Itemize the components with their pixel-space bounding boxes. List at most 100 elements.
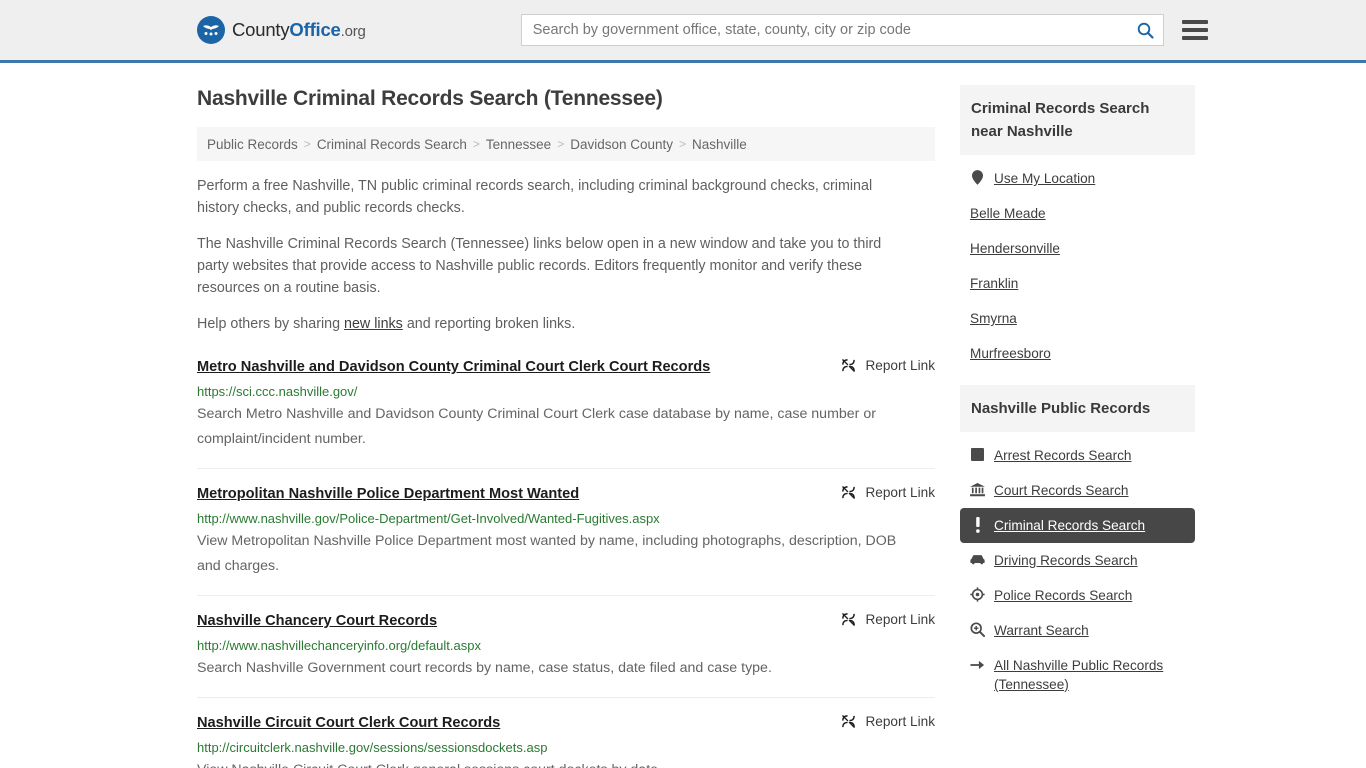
sidebar-item-hendersonville[interactable]: Hendersonville — [960, 231, 1195, 266]
sidebar-item-label: Murfreesboro — [970, 346, 1051, 361]
result-url: https://sci.ccc.nashville.gov/ — [197, 384, 358, 399]
sidebar-item-franklin[interactable]: Franklin — [960, 266, 1195, 301]
sidebar-item-driving-records-search[interactable]: Driving Records Search — [960, 543, 1195, 578]
sidebar-item-label: Police Records Search — [994, 588, 1133, 603]
result-description: Search Metro Nashville and Davidson Coun… — [197, 406, 876, 447]
hamburger-bar — [1181, 20, 1208, 24]
nearby-heading: Criminal Records Search near Nashville — [960, 85, 1195, 155]
car-icon — [970, 551, 985, 568]
logo-prefix: County — [232, 19, 290, 40]
result-header: Nashville Circuit Court Clerk Court Reco… — [197, 713, 935, 733]
result-item: Nashville Circuit Court Clerk Court Reco… — [197, 713, 935, 768]
sidebar-item-label: Warrant Search — [994, 623, 1089, 638]
sidebar-item-police-records-search[interactable]: Police Records Search — [960, 578, 1195, 613]
eagle-logo-icon — [197, 16, 225, 44]
nearby-list: Use My Location Belle Meade Hendersonville… — [960, 155, 1195, 385]
result-url: http://circuitclerk.nashville.gov/sessio… — [197, 740, 548, 755]
result-header: Nashville Chancery Court Records Report L… — [197, 611, 935, 631]
breadcrumb-item[interactable]: Davidson County — [570, 137, 673, 152]
intro-paragraph-1: Perform a free Nashville, TN public crim… — [197, 178, 873, 216]
new-links-link[interactable]: new links — [344, 316, 403, 332]
sidebar-item-warrant-search[interactable]: Warrant Search — [960, 613, 1195, 648]
breadcrumb: Public Records > Criminal Records Search > T… — [197, 127, 935, 161]
result-description: View Metropolitan Nashville Police Depar… — [197, 533, 897, 574]
logo-wordmark: CountyOffice.org — [232, 19, 366, 41]
breadcrumb-item[interactable]: Criminal Records Search — [317, 137, 467, 152]
result-header: Metro Nashville and Davidson County Crim… — [197, 357, 935, 377]
result-title-link[interactable]: Nashville Chancery Court Records — [197, 611, 437, 631]
result-url: http://www.nashville.gov/Police-Departme… — [197, 511, 660, 526]
results-list: Metro Nashville and Davidson County Crim… — [197, 357, 935, 768]
sidebar-item-label: Smyrna — [970, 311, 1017, 326]
sidebar-item-court-records-search[interactable]: Court Records Search — [960, 473, 1195, 508]
result-description: View Nashville Circuit Court Clerk gener… — [197, 758, 907, 768]
result-title-link[interactable]: Nashville Circuit Court Clerk Court Reco… — [197, 713, 500, 733]
result-title-link[interactable]: Metropolitan Nashville Police Department… — [197, 484, 579, 504]
police-badge-icon — [970, 586, 985, 603]
logo-bold: Office — [289, 19, 341, 40]
sidebar-item-label: Belle Meade — [970, 206, 1046, 221]
page-title: Nashville Criminal Records Search (Tenne… — [197, 87, 663, 110]
result-item: Nashville Chancery Court Records Report L… — [197, 611, 935, 698]
intro-text-before: Help others by sharing — [197, 316, 345, 332]
sidebar-item-label: Franklin — [970, 276, 1019, 291]
sidebar-item-label: Arrest Records Search — [994, 448, 1132, 463]
sidebar-item-criminal-records-search[interactable]: Criminal Records Search — [960, 508, 1195, 543]
sidebar-item-arrest-records-search[interactable]: Arrest Records Search — [960, 438, 1195, 473]
report-link-button[interactable]: Report Link — [841, 357, 935, 373]
site-logo[interactable]: CountyOffice.org — [197, 16, 366, 44]
sidebar: Criminal Records Search near Nashville U… — [960, 63, 1195, 768]
result-description: Search Nashville Government court record… — [197, 660, 772, 676]
search-icon — [1137, 22, 1154, 39]
breadcrumb-separator: > — [679, 137, 687, 151]
arrow-right-icon — [970, 656, 985, 673]
breadcrumb-item[interactable]: Nashville — [692, 137, 747, 152]
sidebar-item-belle-meade[interactable]: Belle Meade — [960, 196, 1195, 231]
public-records-list: Arrest Records Search Court Records Searc… — [960, 432, 1195, 716]
page-body: Nashville Criminal Records Search (Tenne… — [0, 63, 1366, 768]
map-pin-icon — [970, 169, 985, 186]
result-url: http://www.nashvillechanceryinfo.org/def… — [197, 638, 481, 653]
breadcrumb-separator: > — [557, 137, 565, 151]
broken-chain-icon — [842, 715, 856, 728]
site-header: CountyOffice.org — [0, 0, 1366, 63]
hamburger-bar — [1181, 36, 1208, 40]
sidebar-item-use-my-location[interactable]: Use My Location — [960, 161, 1195, 196]
broken-chain-icon — [842, 486, 856, 499]
result-item: Metro Nashville and Davidson County Crim… — [197, 357, 935, 469]
result-title-link[interactable]: Metro Nashville and Davidson County Crim… — [197, 357, 710, 377]
sidebar-item-label: Use My Location — [994, 171, 1096, 186]
sidebar-item-smyrna[interactable]: Smyrna — [960, 301, 1195, 336]
report-link-button[interactable]: Report Link — [841, 611, 935, 627]
search-button[interactable] — [1132, 17, 1160, 43]
result-item: Metropolitan Nashville Police Department… — [197, 484, 935, 596]
breadcrumb-separator: > — [303, 137, 311, 151]
hamburger-bar — [1181, 28, 1208, 32]
fingerprint-square-icon — [970, 446, 985, 463]
hamburger-menu-button[interactable] — [1181, 18, 1210, 42]
report-link-button[interactable]: Report Link — [841, 484, 935, 500]
exclamation-icon — [970, 516, 985, 533]
report-link-label: Report Link — [865, 358, 935, 373]
report-link-label: Report Link — [865, 612, 935, 627]
breadcrumb-item[interactable]: Public Records — [207, 137, 298, 152]
sidebar-item-label: Court Records Search — [994, 483, 1129, 498]
intro-text-after: and reporting broken links. — [402, 316, 576, 332]
public-records-heading: Nashville Public Records — [960, 385, 1195, 432]
report-link-button[interactable]: Report Link — [841, 713, 935, 729]
intro-paragraph-3: Help others by sharing new links and rep… — [197, 313, 912, 335]
magnifier-plus-icon — [970, 621, 985, 638]
search-bar — [520, 14, 1164, 46]
sidebar-item-label: All Nashville Public Records (Tennessee) — [994, 658, 1164, 692]
report-link-label: Report Link — [865, 714, 935, 729]
logo-suffix: .org — [340, 23, 366, 40]
report-link-label: Report Link — [865, 485, 935, 500]
sidebar-item-all-nashville-public-records-tennessee[interactable]: All Nashville Public Records (Tennessee) — [960, 648, 1195, 702]
sidebar-item-murfreesboro[interactable]: Murfreesboro — [960, 336, 1195, 371]
breadcrumb-separator: > — [472, 137, 480, 151]
search-input[interactable] — [520, 14, 1164, 46]
broken-chain-icon — [842, 359, 856, 372]
sidebar-item-label: Criminal Records Search — [994, 518, 1146, 533]
courthouse-icon — [970, 481, 985, 498]
breadcrumb-item[interactable]: Tennessee — [486, 137, 551, 152]
